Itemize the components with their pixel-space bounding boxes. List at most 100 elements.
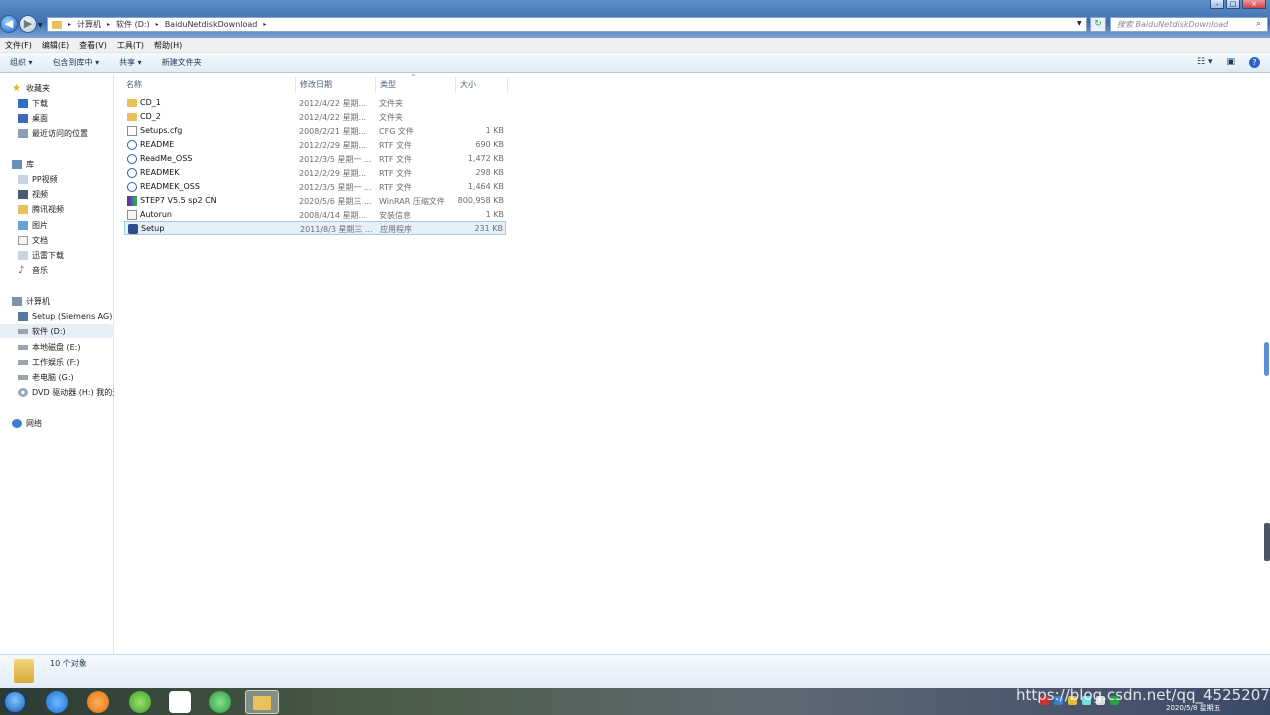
maximize-button[interactable]: □ [1226, 0, 1240, 9]
help-icon[interactable]: ? [1249, 57, 1260, 68]
file-row-readmek[interactable]: READMEK 2012/2/29 星期... RTF 文件 298 KB [124, 166, 506, 180]
view-tools: ☷ ▾ ▣ ? [1197, 57, 1260, 68]
organize-button[interactable]: 组织 ▾ [10, 57, 33, 68]
chevron-right-icon[interactable]: ▸ [263, 21, 266, 28]
taskbar-clock[interactable]: 2020/5/8 星期五 [1166, 703, 1221, 713]
library-icon [12, 159, 22, 169]
address-dropdown-icon[interactable]: ▼ [1077, 20, 1082, 27]
share-button[interactable]: 共享 ▾ [119, 57, 142, 68]
document-library-icon [18, 235, 28, 245]
file-row-readme[interactable]: README 2012/2/29 星期... RTF 文件 690 KB [124, 138, 506, 152]
file-row-cd2[interactable]: CD_2 2012/4/22 星期... 文件夹 [124, 110, 506, 124]
winrar-icon [127, 196, 137, 206]
explorer-taskbar-button[interactable] [245, 690, 279, 714]
menu-view[interactable]: 查看(V) [79, 40, 107, 51]
watermark: https://blog.csdn.net/qq_45252077 [1016, 686, 1270, 704]
sidebar-item-pictures[interactable]: 图片 [18, 218, 48, 232]
sidebar-item-drive-e[interactable]: 本地磁盘 (E:) [18, 340, 81, 354]
music-library-icon: ♪ [18, 264, 25, 276]
sidebar-item-documents[interactable]: 文档 [18, 233, 48, 247]
rtf-icon [127, 168, 137, 178]
refresh-button[interactable]: ↻ [1090, 17, 1106, 32]
firefox-app-icon[interactable] [87, 691, 109, 713]
picture-library-icon [18, 220, 28, 230]
side-panel-handle[interactable] [1264, 523, 1270, 561]
media-player-icon[interactable] [209, 691, 231, 713]
file-row-cd1[interactable]: CD_1 2012/4/22 星期... 文件夹 [124, 96, 506, 110]
menu-file[interactable]: 文件(F) [5, 40, 32, 51]
sidebar-favorites[interactable]: ★ 收藏夹 [12, 81, 50, 95]
library-folder-icon [18, 250, 28, 260]
file-row-autorun[interactable]: Autorun 2008/4/14 星期... 安装信息 1 KB [124, 208, 506, 222]
sidebar-item-drive-g[interactable]: 老电脑 (G:) [18, 370, 74, 384]
sidebar-item-drive-d[interactable]: 软件 (D:) [0, 324, 114, 338]
sidebar-item-ppvideo[interactable]: PP视频 [18, 172, 58, 186]
hard-drive-icon [18, 328, 28, 334]
folder-icon [127, 99, 137, 107]
hard-drive-icon [18, 344, 28, 350]
dvd-drive-icon [18, 387, 28, 397]
folder-icon [253, 696, 271, 710]
document-icon [127, 126, 137, 136]
hard-drive-icon [18, 374, 28, 380]
file-row-setups-cfg[interactable]: Setups.cfg 2008/2/21 星期... CFG 文件 1 KB [124, 124, 506, 138]
file-row-readmek-oss[interactable]: READMEK_OSS 2012/3/5 星期一 ... RTF 文件 1,46… [124, 180, 506, 194]
scroll-handle[interactable] [1264, 342, 1269, 376]
column-header-size[interactable]: 大小 [456, 77, 508, 93]
preview-pane-icon[interactable]: ▣ [1226, 57, 1235, 68]
back-button[interactable]: ◀ [0, 15, 18, 33]
view-options-icon[interactable]: ☷ ▾ [1197, 57, 1212, 68]
sidebar-computer[interactable]: 计算机 [12, 294, 50, 308]
file-row-setup-exe[interactable]: Setup 2011/8/3 星期三 ... 应用程序 231 KB [124, 221, 506, 235]
sidebar-item-thunder-downloads[interactable]: 迅雷下载 [18, 248, 64, 262]
folder-icon [14, 659, 34, 683]
history-dropdown-icon[interactable]: ▼ [38, 22, 43, 29]
rtf-icon [127, 182, 137, 192]
forward-button[interactable]: ▶ [19, 15, 37, 33]
sidebar-item-setup-drive[interactable]: Setup (Siemens AG) ( [18, 309, 114, 323]
folder-icon [127, 113, 137, 121]
sidebar-item-tencent-video[interactable]: 腾讯视频 [18, 202, 64, 216]
close-button[interactable]: × [1242, 0, 1266, 9]
window-controls: – □ × [1210, 0, 1266, 10]
menu-help[interactable]: 帮助(H) [154, 40, 182, 51]
include-library-button[interactable]: 包含到库中 ▾ [53, 57, 100, 68]
start-button[interactable] [4, 691, 26, 713]
sidebar-item-recent[interactable]: 最近访问的位置 [18, 126, 88, 140]
breadcrumb-folder[interactable]: BaiduNetdiskDownload [165, 20, 258, 29]
sidebar-item-dvd-drive[interactable]: DVD 驱动器 (H:) 我的光 [18, 385, 114, 399]
chevron-right-icon[interactable]: ▸ [68, 21, 71, 28]
chevron-right-icon[interactable]: ▸ [107, 21, 110, 28]
sogou-app-icon[interactable] [46, 691, 68, 713]
column-header-date[interactable]: 修改日期 [296, 77, 376, 93]
menu-tools[interactable]: 工具(T) [117, 40, 144, 51]
file-row-readme-oss[interactable]: ReadMe_OSS 2012/3/5 星期一 ... RTF 文件 1,472… [124, 152, 506, 166]
computer-icon [12, 296, 22, 306]
sort-arrow-icon: ^ [411, 74, 417, 81]
column-header-name[interactable]: 名称 [122, 77, 296, 93]
download-folder-icon [18, 98, 28, 108]
baidu-netdisk-icon[interactable] [169, 691, 191, 713]
minimize-button[interactable]: – [1210, 0, 1224, 9]
breadcrumb-drive-d[interactable]: 软件 (D:) [116, 19, 150, 30]
search-input[interactable]: 搜索 BaiduNetdiskDownload [1110, 17, 1268, 32]
menu-bar: 文件(F) 编辑(E) 查看(V) 工具(T) 帮助(H) [0, 38, 1270, 53]
sidebar-libraries[interactable]: 库 [12, 157, 34, 171]
new-folder-button[interactable]: 新建文件夹 [162, 57, 202, 68]
address-bar[interactable]: ▸ 计算机 ▸ 软件 (D:) ▸ BaiduNetdiskDownload ▸ [47, 17, 1087, 32]
sidebar-item-videos[interactable]: 视频 [18, 187, 48, 201]
search-icon[interactable]: ⌕ [1256, 19, 1261, 29]
sidebar-item-drive-f[interactable]: 工作娱乐 (F:) [18, 355, 79, 369]
status-bar [0, 654, 1270, 688]
360-browser-icon[interactable] [129, 691, 151, 713]
chevron-right-icon[interactable]: ▸ [156, 21, 159, 28]
menu-edit[interactable]: 编辑(E) [42, 40, 69, 51]
navigation-pane: ★ 收藏夹 下载 桌面 最近访问的位置 库 PP视频 视频 腾讯视频 图片 文档… [0, 74, 114, 654]
sidebar-network[interactable]: 网络 [12, 416, 42, 430]
file-list: 名称 修改日期 类型 ^ 大小 CD_1 2012/4/22 星期... 文件夹… [122, 74, 1262, 654]
sidebar-item-desktop[interactable]: 桌面 [18, 111, 48, 125]
sidebar-item-downloads[interactable]: 下载 [18, 96, 48, 110]
file-row-step7-archive[interactable]: STEP7 V5.5 sp2 CN 2020/5/6 星期三 ... WinRA… [124, 194, 506, 208]
breadcrumb-computer[interactable]: 计算机 [77, 19, 101, 30]
sidebar-item-music[interactable]: ♪ 音乐 [18, 263, 48, 277]
